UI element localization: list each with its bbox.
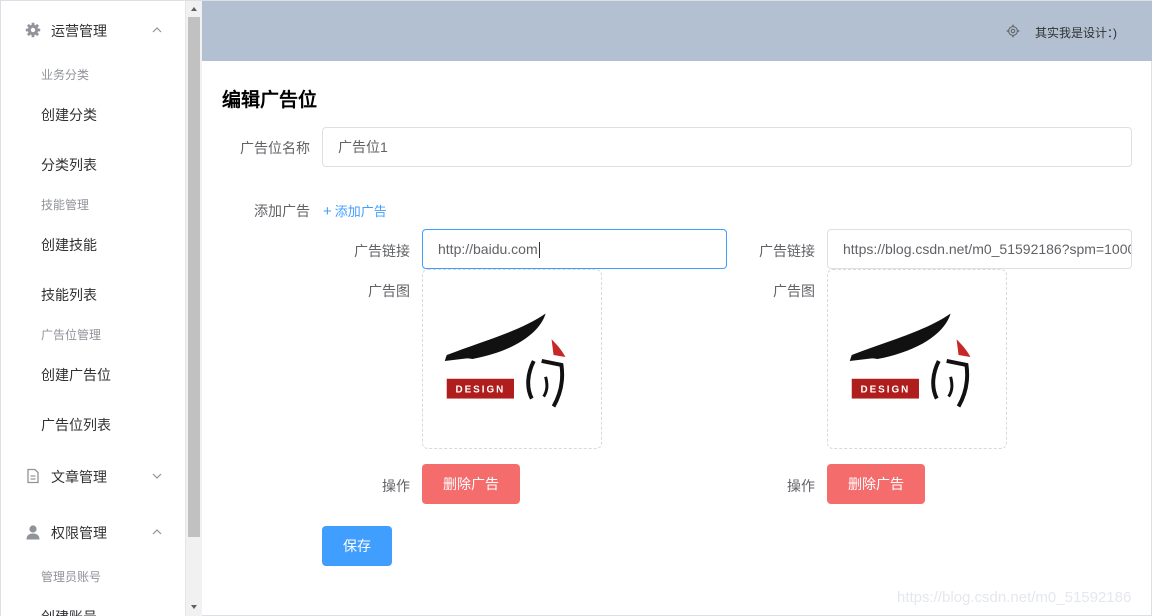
design-logo-image: DESIGN <box>849 313 971 408</box>
user-icon <box>26 525 40 540</box>
section-label-skills: 技能管理 <box>41 198 90 212</box>
document-icon <box>27 468 39 484</box>
top-header: 其实我是设计：) <box>202 1 1152 61</box>
sidebar-item-label: 技能列表 <box>41 287 97 303</box>
sidebar-item-create-account[interactable]: 创建账号 <box>1 591 185 616</box>
design-logo-image: DESIGN <box>444 313 566 408</box>
ad-link-input[interactable]: http://baidu.com <box>422 229 727 269</box>
chevron-up-icon <box>152 529 162 535</box>
ad-image-label: 广告图 <box>368 283 410 299</box>
input-value: http://baidu.com <box>438 241 538 257</box>
watermark: https://blog.csdn.net/m0_51592186 <box>897 589 1132 606</box>
input-value: https://blog.csdn.net/m0_51592186?spm=10… <box>843 241 1132 257</box>
main-content: 编辑广告位 广告位名称 广告位1 添加广告 + 添加广告 广告链接 http://… <box>202 61 1152 616</box>
ad-link-label: 广告链接 <box>759 243 815 259</box>
menu-group-title: 文章管理 <box>51 469 107 485</box>
menu-group-operations[interactable]: 运营管理 <box>1 2 185 58</box>
sidebar-item-create-category[interactable]: 创建分类 <box>1 89 185 139</box>
page-title: 编辑广告位 <box>222 90 318 111</box>
name-label: 广告位名称 <box>240 140 310 156</box>
input-value: 广告位1 <box>338 139 388 155</box>
sidebar-item-category-list[interactable]: 分类列表 <box>1 139 185 189</box>
app-window: 运营管理 业务分类 创建分类 分类列表 技能管理 创建技能 技能列表 广告位管理… <box>0 0 1152 616</box>
ad-image-uploader[interactable]: DESIGN <box>827 269 1007 449</box>
action-label: 操作 <box>382 478 410 494</box>
sidebar-item-label: 创建账号 <box>41 607 97 616</box>
ad-image-label: 广告图 <box>773 283 815 299</box>
chevron-down-icon <box>152 473 162 479</box>
scroll-up-arrow-icon[interactable] <box>186 1 202 17</box>
sidebar: 运营管理 业务分类 创建分类 分类列表 技能管理 创建技能 技能列表 广告位管理… <box>1 1 185 616</box>
menu-group-title: 权限管理 <box>51 525 107 541</box>
ad-link-input[interactable]: https://blog.csdn.net/m0_51592186?spm=10… <box>827 229 1132 269</box>
menu-group-title: 运营管理 <box>51 23 107 39</box>
sidebar-item-label: 创建广告位 <box>41 367 111 383</box>
ad-link-label: 广告链接 <box>354 243 410 259</box>
logo-text: DESIGN <box>455 385 505 396</box>
user-name[interactable]: 其实我是设计：) <box>1035 24 1117 41</box>
action-label: 操作 <box>787 478 815 494</box>
plus-icon: + <box>323 203 332 220</box>
delete-ad-button[interactable]: 删除广告 <box>422 464 520 504</box>
ad-image-uploader[interactable]: DESIGN <box>422 269 602 449</box>
sidebar-item-label: 创建分类 <box>41 107 97 123</box>
add-ad-label: 添加广告 <box>254 203 310 219</box>
chevron-up-icon <box>152 27 162 33</box>
add-ad-link-label: 添加广告 <box>334 204 387 219</box>
sidebar-item-label: 广告位列表 <box>41 417 111 433</box>
menu-group-articles[interactable]: 文章管理 <box>1 448 185 504</box>
save-button[interactable]: 保存 <box>322 526 392 566</box>
section-label-adpos: 广告位管理 <box>41 328 102 342</box>
sidebar-item-label: 分类列表 <box>41 157 97 173</box>
scrollbar-thumb[interactable] <box>188 17 200 537</box>
text-caret <box>538 242 540 259</box>
sidebar-scrollbar[interactable] <box>185 1 202 616</box>
sidebar-item-create-adpos[interactable]: 创建广告位 <box>1 349 185 399</box>
add-ad-button[interactable]: + 添加广告 <box>323 201 387 220</box>
settings-icon[interactable] <box>1006 24 1020 38</box>
ad-position-name-input[interactable]: 广告位1 <box>322 127 1132 167</box>
scroll-down-arrow-icon[interactable] <box>186 599 202 615</box>
sidebar-item-create-skill[interactable]: 创建技能 <box>1 219 185 269</box>
logo-text: DESIGN <box>860 385 910 396</box>
section-label-admin: 管理员账号 <box>41 570 102 584</box>
section-label-business: 业务分类 <box>41 68 90 82</box>
sidebar-item-adpos-list[interactable]: 广告位列表 <box>1 399 185 449</box>
menu-group-permissions[interactable]: 权限管理 <box>1 504 185 560</box>
delete-ad-button[interactable]: 删除广告 <box>827 464 925 504</box>
sidebar-item-skill-list[interactable]: 技能列表 <box>1 269 185 319</box>
sidebar-item-label: 创建技能 <box>41 237 97 253</box>
gear-icon <box>25 22 41 38</box>
